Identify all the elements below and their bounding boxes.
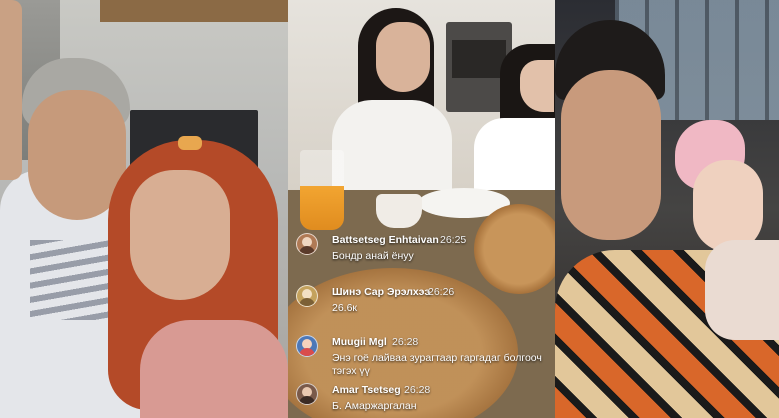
comment-time: 26:28 xyxy=(404,384,431,396)
comment-item: Шинэ Сар Эрэлхээ 26:26 26.6к xyxy=(288,280,555,324)
couple-selfie-photo xyxy=(0,0,288,418)
hair-clip xyxy=(178,136,202,150)
dinner-livestream-photo: Battsetseg Enhtaivan 26:25 Бондр анай ён… xyxy=(288,0,555,418)
comment-item: Amar Tsetseg 26:28 Б. Амаржаргалан xyxy=(288,378,555,418)
comment-text: Б. Амаржаргалан xyxy=(332,400,417,412)
comment-text: Бондр анай ёнуу xyxy=(332,250,414,262)
woman-left-face xyxy=(376,22,430,92)
woman-face xyxy=(130,170,230,300)
comment-time: 26:25 xyxy=(440,234,467,246)
comment-text: Энэ гоё лайваа зурагтаар гаргадаг болгоо… xyxy=(332,352,542,377)
comment-author: Amar Tsetseg xyxy=(332,384,401,396)
comment-item: Battsetseg Enhtaivan 26:25 Бондр анай ён… xyxy=(288,228,555,272)
man-face-2 xyxy=(561,70,661,240)
comment-time: 26:28 xyxy=(392,336,419,348)
comment-item: Muugii Mgl 26:28 Энэ гоё лайваа зурагтаа… xyxy=(288,330,555,382)
wall-cabinet xyxy=(100,0,288,22)
user-avatar xyxy=(296,335,318,357)
juice-glass xyxy=(300,150,344,230)
cup xyxy=(376,194,422,228)
comment-author: Шинэ Сар Эрэлхээ xyxy=(332,286,431,298)
oven-window xyxy=(452,40,506,78)
baby-blanket xyxy=(705,240,779,340)
woman-right-shirt xyxy=(474,118,555,200)
comment-text: 26.6к xyxy=(332,302,358,314)
user-avatar xyxy=(296,285,318,307)
woman-top xyxy=(140,320,288,418)
user-avatar xyxy=(296,383,318,405)
comment-author: Muugii Mgl xyxy=(332,336,387,348)
live-comments-feed: Battsetseg Enhtaivan 26:25 Бондр анай ён… xyxy=(288,228,555,418)
user-avatar xyxy=(296,233,318,255)
photo-collage: Battsetseg Enhtaivan 26:25 Бондр анай ён… xyxy=(0,0,779,418)
comment-time: 26:26 xyxy=(428,286,455,298)
raised-arm xyxy=(0,0,22,180)
baby-face xyxy=(693,160,763,252)
comment-author: Battsetseg Enhtaivan xyxy=(332,234,439,246)
father-baby-photo xyxy=(555,0,779,418)
